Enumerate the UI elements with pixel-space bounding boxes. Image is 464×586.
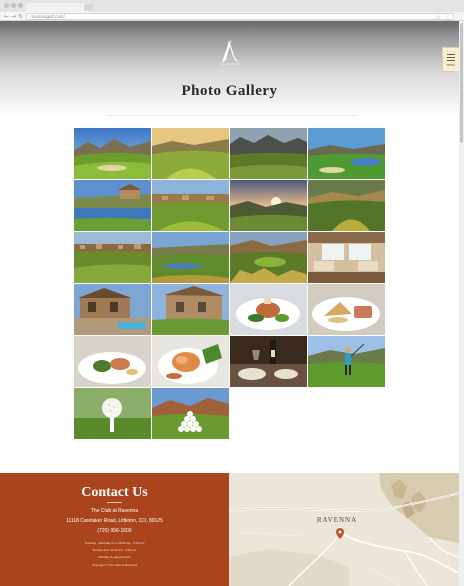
gallery-photo-mountain-valley-course[interactable] (230, 128, 307, 179)
gallery-photo-pyramid-of-golf-balls[interactable] (152, 388, 229, 439)
copyright: Copyright © The Club at Ravenna (91, 563, 137, 567)
browser-toolbar: ← → ↻ ravennagolf.com/ ☆ ⋮ (0, 12, 464, 21)
gallery-photo-sandwich-plate[interactable] (308, 284, 385, 335)
gallery-photo-sunset-over-hills[interactable] (230, 180, 307, 231)
gallery-photo-homes-on-fairway[interactable] (74, 232, 151, 283)
close-window-icon[interactable] (4, 3, 9, 8)
back-icon[interactable]: ← (4, 12, 9, 21)
gallery-photo-evening-fairway[interactable] (308, 180, 385, 231)
club-address[interactable]: 11118 Caretaker Road, Littleton, CO, 801… (0, 517, 229, 525)
gallery-photo-clubhouse-patio[interactable] (74, 284, 151, 335)
minimize-window-icon[interactable] (11, 3, 16, 8)
gallery-photo-golfer-swing[interactable] (308, 336, 385, 387)
ravenna-logo[interactable] (218, 38, 242, 66)
contact-divider (107, 502, 122, 503)
gallery-photo-clubhouse-interior[interactable] (308, 232, 385, 283)
gallery-photo-green-with-pond[interactable] (308, 128, 385, 179)
contact-title: Contact Us (81, 485, 148, 500)
gallery-photo-appetizer-plate[interactable] (74, 336, 151, 387)
club-phone[interactable]: (720) 956-1600 (0, 527, 229, 535)
window-controls[interactable] (4, 3, 23, 8)
title-divider (106, 115, 358, 116)
photo-gallery (74, 128, 385, 439)
forward-icon[interactable]: → (11, 12, 16, 21)
map-label: RAVENNA (316, 516, 358, 524)
gallery-photo-seafood-dish[interactable] (152, 336, 229, 387)
contact-section: Contact Us The Club at Ravenna 11118 Car… (0, 473, 229, 586)
club-name: The Club at Ravenna (90, 508, 139, 514)
browser-menu-icon[interactable]: ⋮ (445, 14, 451, 21)
map-pin-icon[interactable] (336, 528, 344, 539)
gallery-photo-stone-clubhouse[interactable] (152, 284, 229, 335)
menu-label: MENU (446, 63, 456, 67)
hours-line-1: Tuesday - Saturday from 10:00 am - 5:00 … (84, 541, 145, 545)
page-header: MENU (0, 21, 459, 116)
hours-line-2: Sunday from 11:00 am - 3:00 pm (92, 548, 137, 552)
location-map[interactable]: RAVENNA (229, 473, 459, 586)
gallery-photo-mountain-golf-course[interactable] (74, 128, 151, 179)
url-text: ravennagolf.com/ (30, 14, 65, 19)
gallery-photo-wine-dinner[interactable] (230, 336, 307, 387)
hours-line-3: Monday by appointment (98, 555, 131, 559)
gallery-photo-golf-ball-on-tee[interactable] (74, 388, 151, 439)
menu-button[interactable]: MENU (442, 47, 459, 72)
gallery-photo-lake-and-fairway[interactable] (152, 232, 229, 283)
gallery-photo-course-and-homes[interactable] (152, 180, 229, 231)
gallery-photo-sunlit-fairway[interactable] (152, 128, 229, 179)
page-title: Photo Gallery (181, 83, 278, 99)
browser-tab[interactable] (26, 3, 88, 12)
hamburger-icon (447, 54, 455, 63)
browser-tab-strip (0, 0, 464, 12)
maximize-window-icon[interactable] (18, 3, 23, 8)
gallery-photo-green-among-rocks[interactable] (230, 232, 307, 283)
gallery-photo-plated-entree[interactable] (230, 284, 307, 335)
bookmark-star-icon[interactable]: ☆ (436, 14, 441, 21)
map-graphic (229, 473, 459, 586)
scrollbar-thumb[interactable] (460, 23, 463, 143)
gallery-photo-clubhouse-over-lake[interactable] (74, 180, 151, 231)
reload-icon[interactable]: ↻ (18, 12, 23, 21)
address-bar[interactable]: ravennagolf.com/ ☆ ⋮ (26, 13, 454, 21)
page-scrollbar[interactable] (459, 21, 464, 586)
new-tab-button[interactable] (84, 4, 93, 11)
